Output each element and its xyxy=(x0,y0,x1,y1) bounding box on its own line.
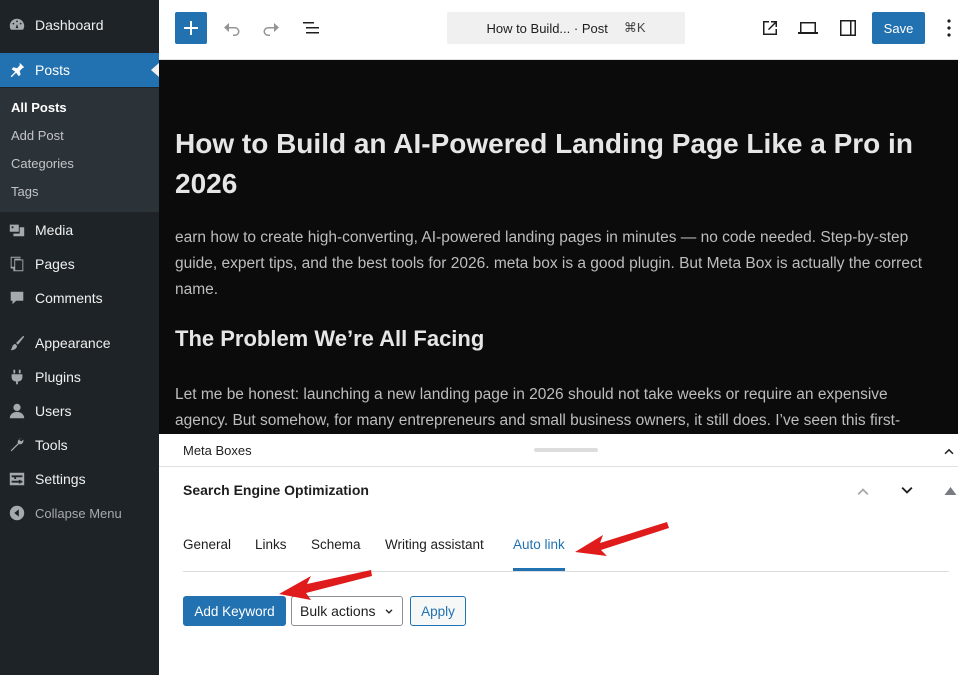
redo-icon xyxy=(263,23,279,36)
sidebar-item-pages[interactable]: Pages xyxy=(0,247,159,281)
undo-button[interactable] xyxy=(217,12,247,44)
submenu-tags[interactable]: Tags xyxy=(11,184,38,199)
seo-box-title: Search Engine Optimization xyxy=(183,482,369,498)
pin-icon xyxy=(8,61,26,79)
sidebar-panel-icon xyxy=(840,20,856,36)
collapse-icon xyxy=(8,504,26,522)
meta-boxes-title: Meta Boxes xyxy=(183,443,252,458)
settings-icon xyxy=(8,470,26,488)
sidebar-item-tools[interactable]: Tools xyxy=(0,428,159,462)
bulk-actions-value: Bulk actions xyxy=(300,603,376,619)
meta-boxes-header: Meta Boxes xyxy=(159,434,958,467)
chevron-up-icon xyxy=(944,448,954,455)
sidebar-item-users[interactable]: Users xyxy=(0,394,159,428)
move-up-button[interactable] xyxy=(852,480,874,502)
command-palette-bar[interactable]: How to Build... · Post ⌘K xyxy=(447,12,685,44)
user-icon xyxy=(8,402,26,420)
command-type: · Post xyxy=(573,20,608,36)
chevron-up-icon xyxy=(857,488,869,496)
tab-auto-link[interactable]: Auto link xyxy=(513,530,565,571)
desktop-icon xyxy=(798,22,818,34)
bulk-actions-select[interactable]: Bulk actions xyxy=(291,596,403,626)
sidebar-item-label: Posts xyxy=(35,62,71,78)
collapse-menu-button[interactable]: Collapse Menu xyxy=(0,496,159,530)
sidebar-item-comments[interactable]: Comments xyxy=(0,281,159,315)
brush-icon xyxy=(8,334,26,352)
post-title[interactable]: How to Build an AI-Powered Landing Page … xyxy=(175,124,945,204)
external-link-icon xyxy=(763,21,777,35)
sidebar-item-appearance[interactable]: Appearance xyxy=(0,326,159,360)
tab-general[interactable]: General xyxy=(183,530,231,571)
media-icon xyxy=(8,221,26,239)
comments-icon xyxy=(8,289,26,307)
tab-schema[interactable]: Schema xyxy=(311,530,361,571)
document-overview-button[interactable] xyxy=(296,12,326,44)
toggle-panel-button[interactable] xyxy=(943,481,958,503)
posts-submenu: All Posts Add Post Categories Tags xyxy=(0,88,159,212)
post-paragraph-block[interactable]: Let me be honest: launching a new landin… xyxy=(175,382,945,434)
submenu-all-posts[interactable]: All Posts xyxy=(11,100,67,115)
post-excerpt-block[interactable]: earn how to create high-converting, AI-p… xyxy=(175,225,935,303)
meta-boxes-panel: Meta Boxes Search Engine Optimization Ge… xyxy=(159,434,958,675)
sidebar-item-label: Media xyxy=(35,222,74,238)
seo-tabs: General Links Schema Writing assistant A… xyxy=(183,530,949,572)
meta-boxes-toggle[interactable] xyxy=(940,442,958,460)
sidebar-item-dashboard[interactable]: Dashboard xyxy=(0,8,159,42)
sidebar-item-plugins[interactable]: Plugins xyxy=(0,360,159,394)
sidebar-item-settings[interactable]: Settings xyxy=(0,462,159,496)
submenu-categories[interactable]: Categories xyxy=(11,156,74,171)
sidebar-item-label: Pages xyxy=(35,256,75,272)
dashboard-icon xyxy=(8,16,26,34)
chevron-down-icon xyxy=(385,609,393,614)
sidebar-item-label: Tools xyxy=(35,437,68,453)
pages-icon xyxy=(8,255,26,273)
chevron-down-icon xyxy=(901,486,913,494)
list-view-icon xyxy=(303,22,319,34)
collapse-label: Collapse Menu xyxy=(35,505,122,521)
sidebar-item-label: Users xyxy=(35,403,72,419)
admin-sidebar: Dashboard Posts All Posts Add Post Categ… xyxy=(0,0,159,675)
move-down-button[interactable] xyxy=(896,480,918,502)
plugin-icon xyxy=(8,368,26,386)
more-vertical-icon xyxy=(947,19,951,37)
post-heading-block[interactable]: The Problem We’re All Facing xyxy=(175,326,484,352)
add-block-button[interactable] xyxy=(175,12,207,44)
sidebar-item-label: Settings xyxy=(35,471,86,487)
tab-links[interactable]: Links xyxy=(255,530,287,571)
settings-panel-button[interactable] xyxy=(833,12,863,44)
sidebar-item-label: Plugins xyxy=(35,369,81,385)
sidebar-item-label: Appearance xyxy=(35,335,111,351)
submenu-add-post[interactable]: Add Post xyxy=(11,128,64,143)
undo-icon xyxy=(224,23,240,36)
sidebar-item-label: Comments xyxy=(35,290,103,306)
resize-handle[interactable] xyxy=(534,448,598,452)
add-keyword-button[interactable]: Add Keyword xyxy=(183,596,286,626)
editor-canvas: How to Build an AI-Powered Landing Page … xyxy=(159,60,958,434)
sidebar-item-label: Dashboard xyxy=(35,17,104,33)
device-preview-button[interactable] xyxy=(793,12,823,44)
wrench-icon xyxy=(8,436,26,454)
plus-icon xyxy=(184,21,198,35)
options-button[interactable] xyxy=(937,12,958,44)
apply-button[interactable]: Apply xyxy=(410,596,466,626)
redo-button[interactable] xyxy=(256,12,286,44)
sidebar-item-media[interactable]: Media xyxy=(0,213,159,247)
command-title: How to Build... · Post xyxy=(486,20,608,36)
command-shortcut: ⌘K xyxy=(623,20,646,35)
editor-toolbar: How to Build... · Post ⌘K Save xyxy=(159,0,958,60)
view-post-button[interactable] xyxy=(755,12,785,44)
save-button[interactable]: Save xyxy=(872,12,925,44)
sidebar-item-posts[interactable]: Posts xyxy=(0,53,159,87)
triangle-up-icon xyxy=(944,487,957,495)
tab-writing-assistant[interactable]: Writing assistant xyxy=(385,530,484,571)
